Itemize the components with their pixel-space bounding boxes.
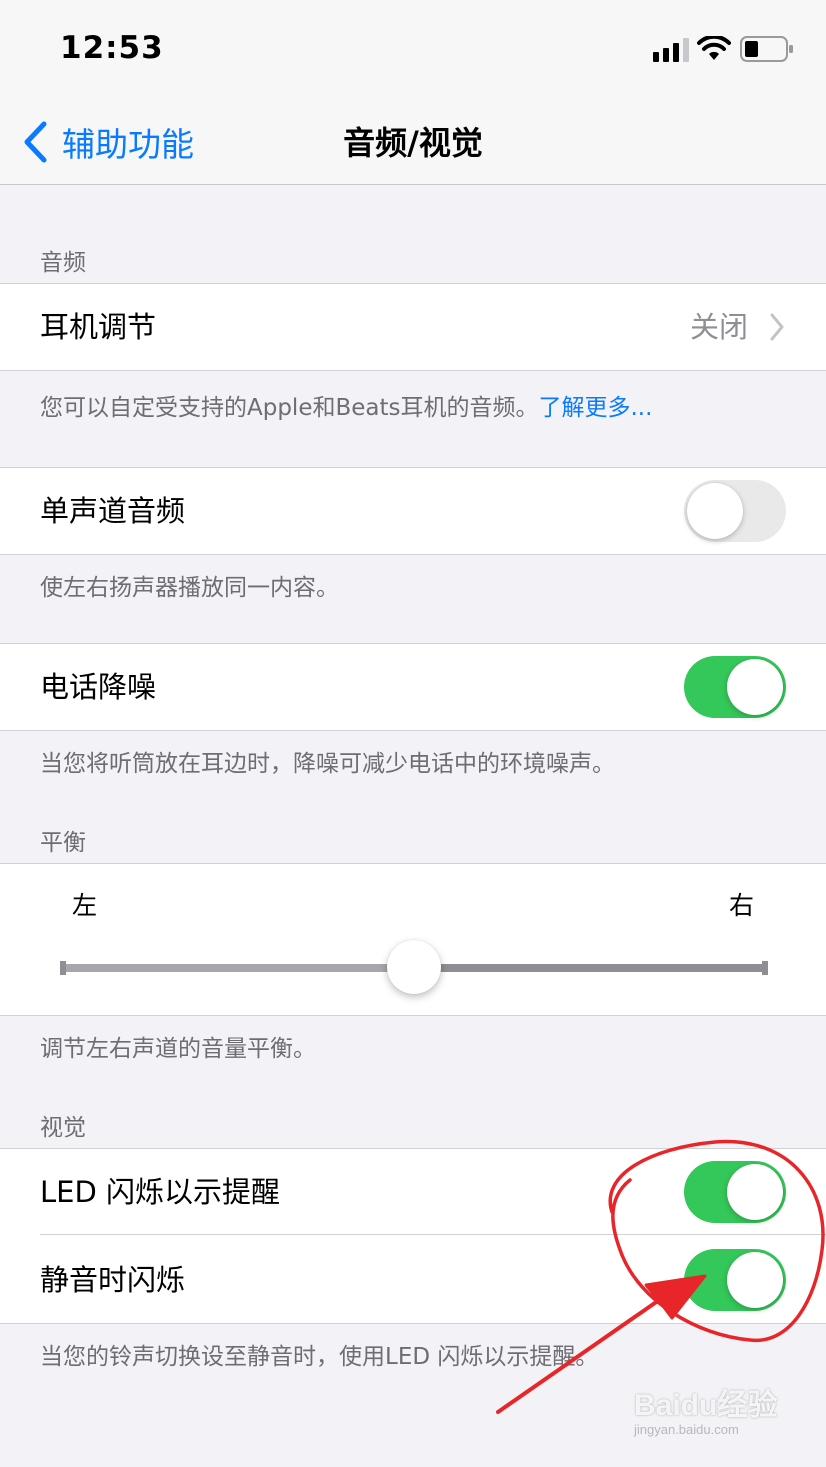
balance-left-label: 左 [72, 891, 98, 920]
row-label: LED 闪烁以示提醒 [40, 1175, 281, 1209]
balance-tick-left [60, 961, 66, 975]
watermark-brand: Baidu经验 [634, 1389, 778, 1422]
section-header-audio: 音频 [40, 250, 86, 276]
watermark-url: jingyan.baidu.com [634, 1422, 739, 1437]
page-title: 音频/视觉 [343, 124, 483, 162]
row-flash-on-silent: 静音时闪烁 [0, 1237, 826, 1323]
footer-headphone: 您可以自定受支持的Apple和Beats耳机的音频。了解更多... [40, 388, 652, 422]
row-value: 关闭 [689, 310, 748, 344]
status-bar: 12:53 [0, 0, 826, 100]
row-label: 耳机调节 [40, 310, 157, 344]
toggle-knob [687, 483, 743, 539]
footer-mono: 使左右扬声器播放同一内容。 [40, 575, 339, 601]
wifi-icon [697, 36, 731, 60]
watermark: Baidu经验 jingyan.baidu.com [634, 1380, 794, 1437]
group-mono: 单声道音频 [0, 467, 826, 555]
group-balance: 左 右 [0, 863, 826, 1016]
toggle-knob [727, 1164, 783, 1220]
chevron-right-icon [770, 313, 784, 341]
row-label: 静音时闪烁 [40, 1263, 186, 1297]
row-mono-audio: 单声道音频 [0, 468, 826, 554]
balance-slider-fill [62, 964, 414, 972]
balance-slider-track[interactable] [60, 940, 768, 994]
section-header-balance: 平衡 [40, 830, 86, 856]
flash-on-silent-toggle[interactable] [684, 1249, 786, 1311]
led-flash-toggle[interactable] [684, 1161, 786, 1223]
footer-noise: 当您将听筒放在耳边时，降噪可减少电话中的环境噪声。 [40, 751, 615, 777]
group-headphone: 耳机调节 关闭 [0, 283, 826, 371]
cellular-signal-icon [653, 38, 689, 62]
status-time: 12:53 [60, 30, 164, 66]
row-led-flash: LED 闪烁以示提醒 [0, 1149, 826, 1235]
noise-cancellation-toggle[interactable] [684, 656, 786, 718]
navigation-bar: 辅助功能 音频/视觉 [0, 100, 826, 185]
learn-more-link[interactable]: 了解更多... [539, 395, 653, 421]
group-noise: 电话降噪 [0, 643, 826, 731]
row-label: 单声道音频 [40, 494, 186, 528]
battery-icon [740, 36, 793, 62]
row-label: 电话降噪 [40, 670, 157, 704]
toggle-knob [727, 1252, 783, 1308]
footer-balance: 调节左右声道的音量平衡。 [40, 1036, 316, 1062]
mono-audio-toggle[interactable] [684, 480, 786, 542]
toggle-knob [727, 659, 783, 715]
row-divider [40, 1234, 826, 1235]
footer-text: 您可以自定受支持的Apple和Beats耳机的音频。 [40, 395, 539, 421]
group-visual: LED 闪烁以示提醒 静音时闪烁 [0, 1148, 826, 1324]
balance-slider-thumb[interactable] [387, 940, 441, 994]
balance-tick-right [762, 961, 768, 975]
balance-right-label: 右 [728, 891, 754, 920]
footer-visual: 当您的铃声切换设至静音时，使用LED 闪烁以示提醒。 [40, 1344, 599, 1370]
row-phone-noise-cancellation: 电话降噪 [0, 644, 826, 730]
row-headphone-accommodations[interactable]: 耳机调节 关闭 [0, 284, 826, 370]
section-header-visual: 视觉 [40, 1115, 86, 1141]
